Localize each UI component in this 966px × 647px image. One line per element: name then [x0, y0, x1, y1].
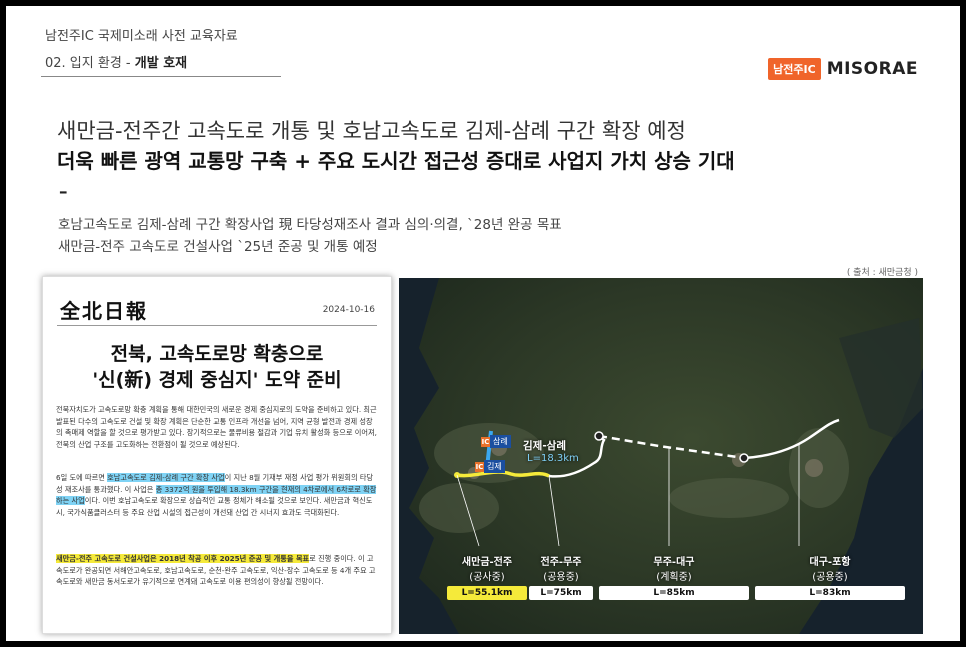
- newspaper-name: 全北日報: [60, 299, 148, 323]
- segment-length: L=83km: [755, 586, 905, 600]
- article-headline-1: 전북, 고속도로망 확충으로: [110, 343, 324, 365]
- gimje-ic-pin: IC 김제: [475, 460, 505, 473]
- header-divider: [41, 76, 281, 77]
- route-length-gimje-samrye: L=18.3km: [527, 453, 579, 464]
- samrye-ic-pin: IC 삼례: [481, 435, 511, 448]
- headline-dash: –: [59, 182, 68, 202]
- segment-status: (계획중): [656, 572, 692, 583]
- gimje-label: 김제: [484, 460, 505, 473]
- segment-muju-daegu: 무주-대구 (계획중) L=85km: [599, 553, 749, 600]
- brand-logo: 남전주IC MISORAE: [768, 58, 918, 80]
- p2-text-a: 6일 도에 따르면: [56, 473, 108, 482]
- segment-name: 새만금-전주: [461, 557, 513, 568]
- ic-icon: IC: [475, 461, 484, 472]
- segment-saemangeum-jeonju: 새만금-전주 (공사중) L=55.1km: [447, 553, 527, 600]
- article-paragraph-3: 새만금-전주 고속도로 건설사업은 2018년 착공 이후 2025년 준공 및…: [56, 553, 378, 588]
- logo-badge: 남전주IC: [768, 58, 821, 80]
- segment-status: (공용중): [812, 572, 848, 583]
- segment-daegu-pohang: 대구-포항 (공용중) L=83km: [755, 553, 905, 600]
- samrye-label: 삼례: [490, 435, 511, 448]
- segment-length: L=75km: [529, 586, 593, 600]
- headline-secondary: 더욱 빠른 광역 교통망 구축 + 주요 도시간 접근성 증대로 사업지 가치 …: [57, 149, 735, 173]
- article-headline-2: '신(新) 경제 중심지' 도약 준비: [92, 369, 342, 391]
- summary-line-2: 새만금-전주 고속도로 건설사업 `25년 준공 및 개통 예정: [58, 239, 378, 255]
- section-separator: -: [121, 56, 135, 71]
- route-label-gimje-samrye: 김제-삼례: [523, 440, 566, 452]
- section-topic: 개발 호재: [134, 56, 188, 71]
- source-note: ( 출처 : 새만금청 ): [846, 268, 918, 278]
- doc-title: 남전주IC 국제미소래 사전 교육자료: [45, 29, 238, 44]
- newspaper-date: 2024-10-16: [322, 305, 375, 315]
- slide: 남전주IC 국제미소래 사전 교육자료 02. 입지 환경 - 개발 호재 남전…: [6, 6, 960, 641]
- headline-primary: 새만금-전주간 고속도로 개통 및 호남고속도로 김제-삼례 구간 확장 예정: [57, 119, 686, 143]
- p3-highlight: 새만금-전주 고속도로 건설사업은 2018년 착공 이후 2025년 준공 및…: [56, 554, 310, 563]
- newspaper-clipping: 全北日報 2024-10-16 전북, 고속도로망 확충으로 '신(新) 경제 …: [42, 276, 392, 634]
- section-label: 02. 입지 환경 - 개발 호재: [45, 52, 187, 71]
- section-number: 02. 입지 환경: [45, 56, 122, 71]
- segment-length: L=85km: [599, 586, 749, 600]
- segment-jeonju-muju: 전주-무주 (공용중) L=75km: [529, 553, 593, 600]
- segment-name: 전주-무주: [540, 557, 582, 568]
- summary-line-1: 호남고속도로 김제-삼례 구간 확장사업 現 타당성재조사 결과 심의·의결, …: [58, 217, 562, 233]
- segment-status: (공사중): [469, 572, 505, 583]
- newspaper-rule: [57, 325, 377, 326]
- segment-name: 대구-포항: [809, 557, 851, 568]
- p2-text-c: 이다. 이번 호남고속도로 확장으로 상습적인 교통 정체가 해소될 것으로 보…: [56, 496, 373, 517]
- article-paragraph-2: 6일 도에 따르면 호남고속도로 김제-삼례 구간 확장 사업이 지난 8월 기…: [56, 472, 378, 518]
- ic-icon: IC: [481, 436, 490, 447]
- logo-name: MISORAE: [826, 59, 918, 79]
- route-map: IC 삼례 IC 김제 김제-삼례 L=18.3km 새만금-전주 (공사중) L=…: [399, 278, 923, 634]
- p2-highlight-1: 호남고속도로 김제-삼례 구간 확장 사업: [107, 473, 225, 482]
- segment-name: 무주-대구: [653, 557, 695, 568]
- article-paragraph-1: 전북자치도가 고속도로망 확충 계획을 통해 대한민국의 새로운 경제 중심지로…: [56, 405, 377, 449]
- segment-length: L=55.1km: [447, 586, 527, 600]
- segment-status: (공용중): [543, 572, 579, 583]
